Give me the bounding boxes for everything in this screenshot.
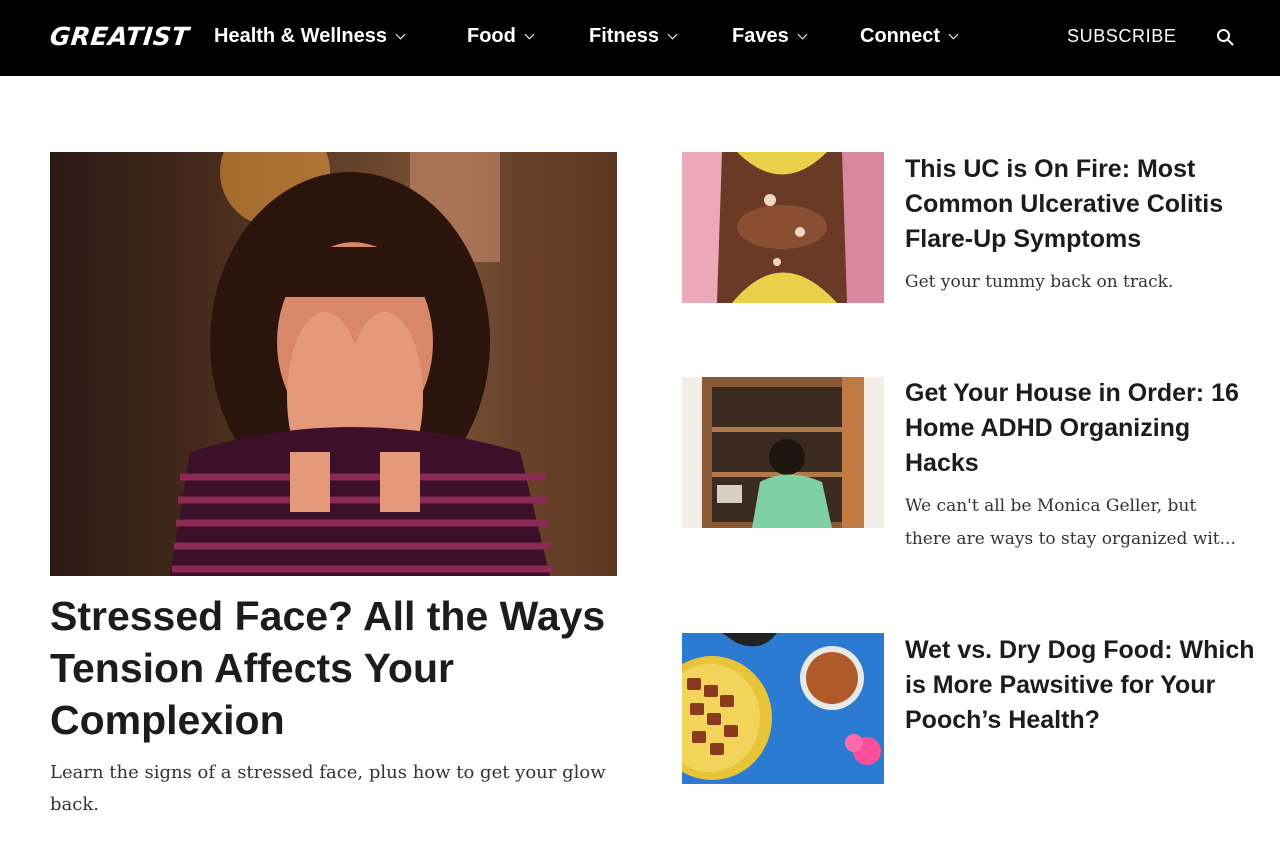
chevron-down-icon [797, 29, 808, 40]
card-1-image[interactable] [682, 152, 884, 303]
closet-photo [682, 377, 884, 528]
nav-connect[interactable]: Connect [860, 25, 959, 48]
card-1-title[interactable]: This UC is On Fire: Most Common Ulcerati… [905, 152, 1255, 257]
card-2-subtitle-line-1: We can't all be Monica Geller, but [905, 496, 1197, 516]
chevron-down-icon [524, 29, 535, 40]
subscribe-link[interactable]: SUBSCRIBE [1067, 26, 1176, 47]
card-2-title[interactable]: Get Your House in Order: 16 Home ADHD Or… [905, 376, 1255, 481]
card-3-title[interactable]: Wet vs. Dry Dog Food: Which is More Paws… [905, 633, 1255, 738]
nav-label: Connect [860, 25, 940, 47]
top-navigation-bar: GREATIST Health & Wellness Food Fitness … [0, 0, 1280, 76]
torso-photo [682, 152, 884, 303]
nav-food[interactable]: Food [467, 25, 535, 48]
card-2-subtitle-line-2: there are ways to stay organized wit... [905, 529, 1236, 549]
dog-food-photo [682, 633, 884, 784]
nav-fitness[interactable]: Fitness [589, 25, 678, 48]
search-icon[interactable] [1216, 28, 1234, 46]
chevron-down-icon [667, 29, 678, 40]
nav-label: Food [467, 25, 516, 47]
hero-article-title[interactable]: Stressed Face? All the Ways Tension Affe… [50, 590, 630, 746]
nav-faves[interactable]: Faves [732, 25, 808, 48]
card-1-subtitle: Get your tummy back on track. [905, 272, 1174, 292]
nav-label: Faves [732, 25, 789, 47]
stressed-woman-photo [170, 152, 617, 576]
card-2-image[interactable] [682, 377, 884, 528]
chevron-down-icon [948, 29, 959, 40]
card-3-image[interactable] [682, 633, 884, 784]
nav-label: Fitness [589, 25, 660, 47]
hero-article-subtitle: Learn the signs of a stressed face, plus… [50, 762, 606, 815]
hero-article-image[interactable] [50, 152, 617, 576]
nav-health-wellness[interactable]: Health & Wellness [214, 25, 406, 48]
greatist-logo[interactable]: GREATIST [48, 22, 190, 51]
nav-label: Health & Wellness [214, 25, 388, 47]
chevron-down-icon [395, 29, 406, 40]
